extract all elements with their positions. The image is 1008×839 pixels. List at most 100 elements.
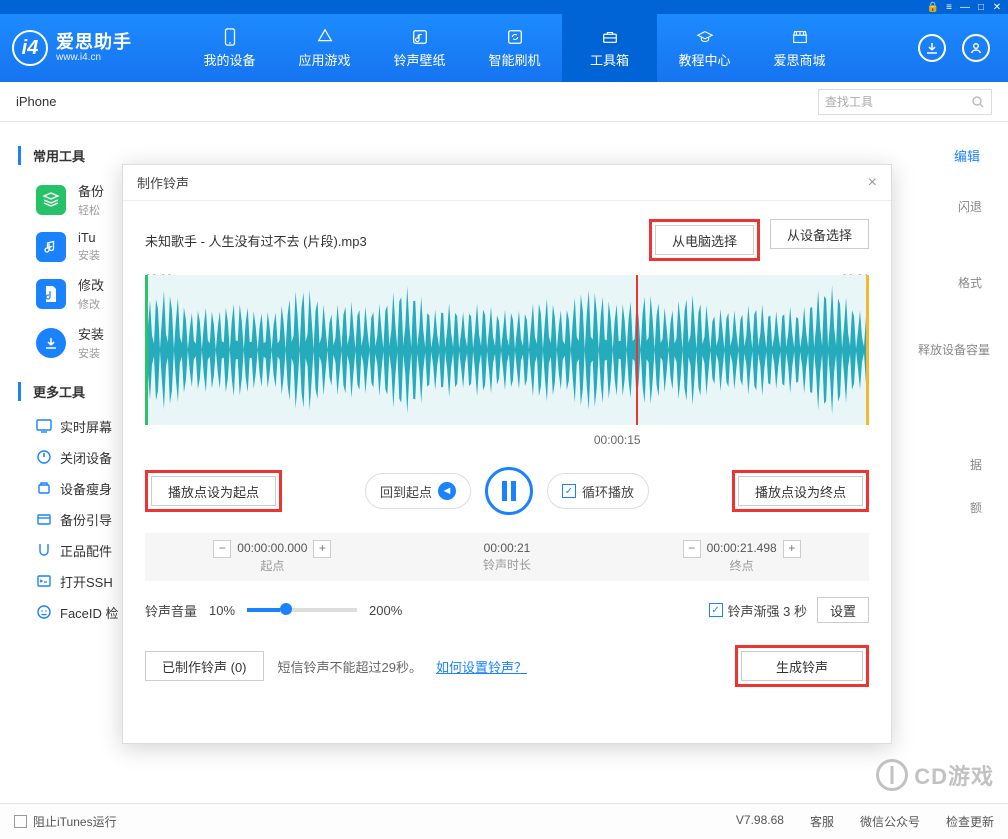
end-time-value: 00:00:21.498: [707, 540, 777, 557]
close-icon[interactable]: ✕: [990, 0, 1004, 14]
set-start-button[interactable]: 播放点设为起点: [151, 476, 276, 506]
duration-value: 00:00:21: [484, 540, 531, 557]
waveform[interactable]: [145, 275, 869, 425]
volume-slider[interactable]: [247, 608, 357, 612]
apps-icon: [315, 28, 335, 46]
volume-row: 铃声音量 10% 200% ✓铃声渐强 3 秒 设置: [145, 597, 869, 623]
start-minus-button[interactable]: −: [213, 540, 231, 558]
app-header: i4 爱思助手 www.i4.cn 我的设备 应用游戏 铃声壁纸 智能刷机 工具…: [0, 14, 1008, 82]
search-placeholder: 查找工具: [825, 93, 873, 110]
nav-label: 铃声壁纸: [393, 50, 445, 69]
end-minus-button[interactable]: −: [683, 540, 701, 558]
modal-footer: 已制作铃声 (0) 短信铃声不能超过29秒。 如何设置铃声？ 生成铃声: [145, 645, 869, 687]
brand-name: 爱思助手: [56, 33, 132, 53]
nav-tutorials[interactable]: 教程中心: [657, 14, 752, 82]
nav-label: 智能刷机: [488, 50, 540, 69]
version-label: V7.98.68: [736, 813, 784, 830]
highlight-from-pc: 从电脑选择: [649, 219, 760, 261]
back-to-start-pill: 回到起点 ◄: [365, 473, 471, 509]
nav-apps[interactable]: 应用游戏: [277, 14, 372, 82]
file-name: 未知歌手 - 人生没有过不去 (片段).mp3: [145, 231, 367, 250]
watermark-icon: [876, 759, 908, 791]
download-icon[interactable]: [918, 34, 946, 62]
highlight-set-end: 播放点设为终点: [732, 470, 869, 512]
fade-settings-button[interactable]: 设置: [817, 597, 869, 623]
refresh-icon: [505, 28, 525, 46]
phone-icon: [220, 28, 240, 46]
block-itunes-toggle[interactable]: 阻止iTunes运行: [14, 813, 117, 830]
music-icon: [410, 28, 430, 46]
menu-icon[interactable]: ≡: [942, 0, 956, 14]
minimize-icon[interactable]: —: [958, 0, 972, 14]
start-time-value: 00:00:00.000: [237, 540, 307, 557]
store-icon: [790, 28, 810, 46]
volume-max: 200%: [369, 603, 402, 618]
time-range-strip: − 00:00:00.000 + 起点 00:00:21 铃声时长 − 00:0…: [145, 533, 869, 581]
end-plus-button[interactable]: +: [783, 540, 801, 558]
playhead-time: 00:00:15: [594, 433, 641, 447]
volume-min: 10%: [209, 603, 235, 618]
watermark: CD游戏: [876, 759, 994, 791]
playhead[interactable]: [636, 275, 638, 425]
start-plus-button[interactable]: +: [313, 540, 331, 558]
slider-knob-icon[interactable]: [280, 603, 292, 615]
checkbox-checked-icon: ✓: [562, 484, 576, 498]
end-time-col: − 00:00:21.498 + 终点: [624, 540, 859, 575]
nav-my-device[interactable]: 我的设备: [182, 14, 277, 82]
ringtone-modal: 制作铃声 × 未知歌手 - 人生没有过不去 (片段).mp3 从电脑选择 从设备…: [122, 164, 892, 744]
close-icon[interactable]: ×: [868, 174, 877, 192]
modal-overlay: 制作铃声 × 未知歌手 - 人生没有过不去 (片段).mp3 从电脑选择 从设备…: [0, 122, 1008, 803]
play-pause-button[interactable]: [485, 467, 533, 515]
toolbox-icon: [600, 28, 620, 46]
back-to-start-button[interactable]: 回到起点 ◄: [366, 474, 470, 508]
fade-toggle[interactable]: ✓铃声渐强 3 秒: [709, 601, 807, 620]
sub-header: iPhone 查找工具: [0, 82, 1008, 122]
brand-site: www.i4.cn: [56, 52, 132, 63]
window-titlebar: 🔒 ≡ — □ ✕: [0, 0, 1008, 14]
start-time-col: − 00:00:00.000 + 起点: [155, 540, 390, 575]
made-ringtones-button[interactable]: 已制作铃声 (0): [145, 651, 264, 681]
nav-ringtone[interactable]: 铃声壁纸: [372, 14, 467, 82]
hint-text: 短信铃声不能超过29秒。: [278, 657, 422, 676]
duration-col: 00:00:21 铃声时长: [390, 540, 625, 574]
modal-title: 制作铃声: [137, 173, 189, 192]
header-actions: [918, 34, 990, 62]
from-pc-button[interactable]: 从电脑选择: [655, 225, 754, 255]
waveform-area: 00:00 00:21 00:00:15: [145, 275, 869, 425]
generate-button[interactable]: 生成铃声: [741, 651, 863, 681]
nav-label: 工具箱: [590, 50, 629, 69]
search-input[interactable]: 查找工具: [818, 89, 992, 115]
nav-store[interactable]: 爱思商城: [752, 14, 847, 82]
nav-label: 我的设备: [203, 50, 255, 69]
loop-pill: ✓ 循环播放: [547, 473, 649, 509]
help-link[interactable]: 如何设置铃声？: [436, 657, 527, 676]
arrow-left-icon: ◄: [438, 482, 456, 500]
checkbox-icon: [14, 815, 27, 828]
logo-icon: i4: [12, 30, 48, 66]
nav-toolbox[interactable]: 工具箱: [562, 14, 657, 82]
grad-icon: [695, 28, 715, 46]
main-nav: 我的设备 应用游戏 铃声壁纸 智能刷机 工具箱 教程中心 爱思商城: [182, 14, 847, 82]
search-icon: [971, 95, 985, 109]
lock-icon[interactable]: 🔒: [926, 0, 940, 14]
from-device-button[interactable]: 从设备选择: [770, 219, 869, 249]
user-icon[interactable]: [962, 34, 990, 62]
maximize-icon[interactable]: □: [974, 0, 988, 14]
checkbox-checked-icon: ✓: [709, 603, 723, 617]
player-controls: 播放点设为起点 回到起点 ◄ ✓ 循环播放: [145, 467, 869, 515]
set-end-button[interactable]: 播放点设为终点: [738, 476, 863, 506]
nav-flash[interactable]: 智能刷机: [467, 14, 562, 82]
wechat-link[interactable]: 微信公众号: [860, 813, 920, 830]
loop-toggle[interactable]: ✓ 循环播放: [548, 474, 648, 508]
brand-logo: i4 爱思助手 www.i4.cn: [12, 30, 182, 66]
support-link[interactable]: 客服: [810, 813, 834, 830]
highlight-generate: 生成铃声: [735, 645, 869, 687]
device-name: iPhone: [16, 94, 56, 109]
duration-label: 铃声时长: [483, 557, 531, 574]
highlight-set-start: 播放点设为起点: [145, 470, 282, 512]
volume-label: 铃声音量: [145, 601, 197, 620]
status-bar: 阻止iTunes运行 V7.98.68 客服 微信公众号 检查更新: [0, 803, 1008, 839]
modal-header: 制作铃声 ×: [123, 165, 891, 201]
update-link[interactable]: 检查更新: [946, 813, 994, 830]
nav-label: 教程中心: [678, 50, 730, 69]
